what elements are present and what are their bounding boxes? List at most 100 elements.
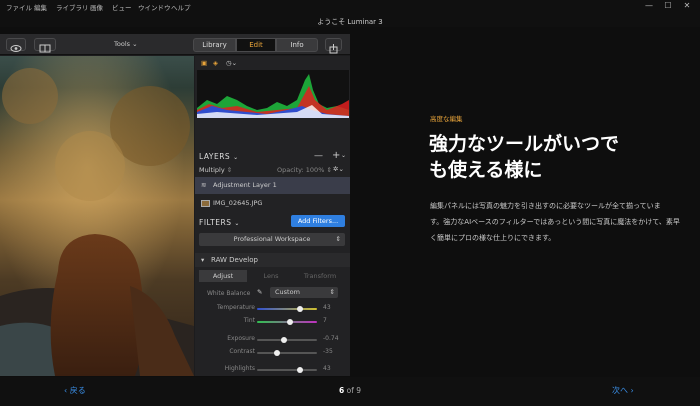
white-balance-select[interactable]: Custom ⇕	[270, 287, 338, 298]
app-preview: Tools ⌄ Library Edit Info ▣ ◈ ◷⌄ LAYERS …	[0, 34, 350, 376]
edit-panel: ▣ ◈ ◷⌄ LAYERS ⌄ — + ⌄ Multiply ⇕ Opacity…	[195, 56, 350, 376]
tab-lens[interactable]: Lens	[247, 270, 295, 282]
slider-track[interactable]	[257, 306, 317, 312]
slider-value: 43	[323, 304, 331, 311]
chevron-right-icon: ›	[630, 386, 634, 395]
layers-icon[interactable]: ◈	[213, 59, 218, 67]
add-filters-button[interactable]: Add Filters...	[291, 215, 345, 227]
promo-body-line: す。強力なAIベースのフィルターではあっという間に写真に魔法をかけて、素早	[430, 218, 680, 226]
workspace-select[interactable]: Professional Workspace ⇕	[199, 233, 345, 246]
chevron-left-icon: ‹	[64, 386, 68, 395]
adjustment-layer-icon: ≋	[201, 181, 207, 189]
next-button[interactable]: 次へ ›	[612, 385, 634, 396]
back-label: 戻る	[69, 386, 86, 395]
layers-title: LAYERS ⌄	[199, 152, 239, 161]
white-balance-label: White Balance	[207, 290, 251, 297]
filters-title-text: FILTERS	[199, 218, 232, 227]
tab-adjust[interactable]: Adjust	[199, 270, 247, 282]
promo-headline-line1: 強力なツールがいつで	[429, 133, 620, 155]
opacity-control[interactable]: Opacity: 100% ⇕	[277, 166, 332, 174]
slider-knob[interactable]	[297, 306, 304, 312]
slider-knob[interactable]	[297, 367, 304, 373]
tab-transform[interactable]: Transform	[295, 270, 345, 282]
chevron-down-icon: ⌄	[132, 40, 138, 48]
menu-file[interactable]: ファイル	[6, 2, 32, 12]
promo-body: 編集パネルには写真の魅力を引き出すのに必要なツールが全て揃っていま す。強力なA…	[430, 198, 680, 246]
slider-knob[interactable]	[273, 350, 280, 356]
layer-thumbnail	[201, 200, 210, 207]
raw-develop-header[interactable]: ▾ RAW Develop	[195, 253, 350, 267]
close-button[interactable]: ✕	[680, 1, 694, 10]
promo-body-line: 編集パネルには写真の魅力を引き出すのに必要なツールが全て揃っていま	[430, 202, 661, 210]
chevron-down-icon: ⌄	[234, 220, 240, 227]
tab-library[interactable]: Library	[193, 38, 236, 52]
menu-bar: ファイル 編集 ライブラリ 画像 ビュー ウインドウ ヘルプ — ☐ ✕	[0, 0, 700, 14]
bottom-nav: ‹ 戻る 6 of 9 次へ ›	[0, 377, 700, 406]
gear-icon[interactable]: ✲⌄	[333, 165, 344, 173]
photo-image	[0, 56, 194, 376]
page-indicator: 6 of 9	[339, 386, 361, 395]
slider-label: Exposure	[227, 335, 255, 342]
image-icon[interactable]: ▣	[201, 59, 207, 67]
slider-label: Highlights	[224, 365, 255, 372]
blend-mode-select[interactable]: Multiply ⇕	[199, 166, 232, 174]
expand-icon: ▾	[201, 256, 205, 264]
eye-button[interactable]	[6, 38, 26, 52]
menu-view[interactable]: ビュー	[112, 2, 132, 12]
slider-value: -35	[323, 348, 333, 355]
back-button[interactable]: ‹ 戻る	[64, 385, 86, 396]
compare-icon	[39, 44, 51, 53]
slider-track[interactable]	[257, 319, 317, 325]
menu-edit[interactable]: 編集	[34, 2, 47, 12]
workspace-value: Professional Workspace	[233, 235, 311, 243]
page-current: 6	[339, 386, 345, 395]
blend-mode-value: Multiply	[199, 166, 225, 174]
white-balance-value: Custom	[275, 288, 300, 296]
histogram-toolbar: ▣ ◈ ◷⌄	[199, 59, 349, 69]
chevron-down-icon[interactable]: ⌄	[341, 152, 346, 159]
slider-track[interactable]	[257, 367, 317, 373]
add-layer-icon[interactable]: +	[332, 150, 340, 161]
slider-knob[interactable]	[287, 319, 293, 325]
menu-window[interactable]: ウインドウ	[138, 2, 171, 12]
menu-image[interactable]: 画像	[90, 2, 103, 12]
tab-info[interactable]: Info	[276, 38, 318, 52]
slider-value: 7	[323, 317, 327, 324]
slider-label: Temperature	[216, 304, 255, 311]
updown-icon: ⇕	[329, 288, 335, 296]
compare-button[interactable]	[34, 38, 56, 53]
updown-icon: ⇕	[335, 235, 341, 243]
chevron-down-icon: ⌄	[233, 154, 239, 161]
tools-label: Tools	[114, 40, 131, 48]
photo-canvas[interactable]	[0, 56, 194, 376]
minimize-button[interactable]: —	[642, 1, 656, 10]
layer-row[interactable]: ≋ Adjustment Layer 1	[195, 177, 350, 194]
tools-dropdown[interactable]: Tools ⌄	[114, 40, 138, 48]
layer-row[interactable]: IMG_02645.JPG	[195, 195, 350, 212]
eyedropper-icon[interactable]: ✎	[257, 288, 262, 296]
window-title: ようこそ Luminar 3	[317, 18, 383, 26]
tab-edit[interactable]: Edit	[236, 38, 276, 52]
next-label: 次へ	[612, 386, 628, 395]
slider-track[interactable]	[257, 350, 317, 356]
share-icon	[329, 44, 338, 54]
history-icon[interactable]: ◷⌄	[226, 59, 237, 67]
promo-body-line: く簡単にプロの様な仕上りにできます。	[430, 234, 556, 242]
layer-name: Adjustment Layer 1	[213, 181, 277, 189]
maximize-button[interactable]: ☐	[661, 1, 675, 10]
raw-develop-title: RAW Develop	[211, 256, 258, 264]
share-button[interactable]	[325, 38, 342, 54]
slider-track[interactable]	[257, 337, 317, 343]
layers-title-text: LAYERS	[199, 152, 231, 161]
menu-help[interactable]: ヘルプ	[171, 2, 191, 12]
slider-label: Contrast	[229, 348, 255, 355]
slider-label: Tint	[243, 317, 255, 324]
promo-headline-line2: も使える様に	[429, 159, 543, 181]
menu-library[interactable]: ライブラリ	[56, 2, 89, 12]
collapse-icon[interactable]: —	[314, 151, 323, 161]
slider-value: -0.74	[323, 335, 339, 342]
layer-name: IMG_02645.JPG	[213, 199, 263, 207]
slider-knob[interactable]	[281, 337, 287, 343]
slider-value: 43	[323, 365, 331, 372]
promo-panel: 高度な編集 強力なツールがいつで も使える様に 編集パネルには写真の魅力を引き出…	[350, 27, 700, 377]
